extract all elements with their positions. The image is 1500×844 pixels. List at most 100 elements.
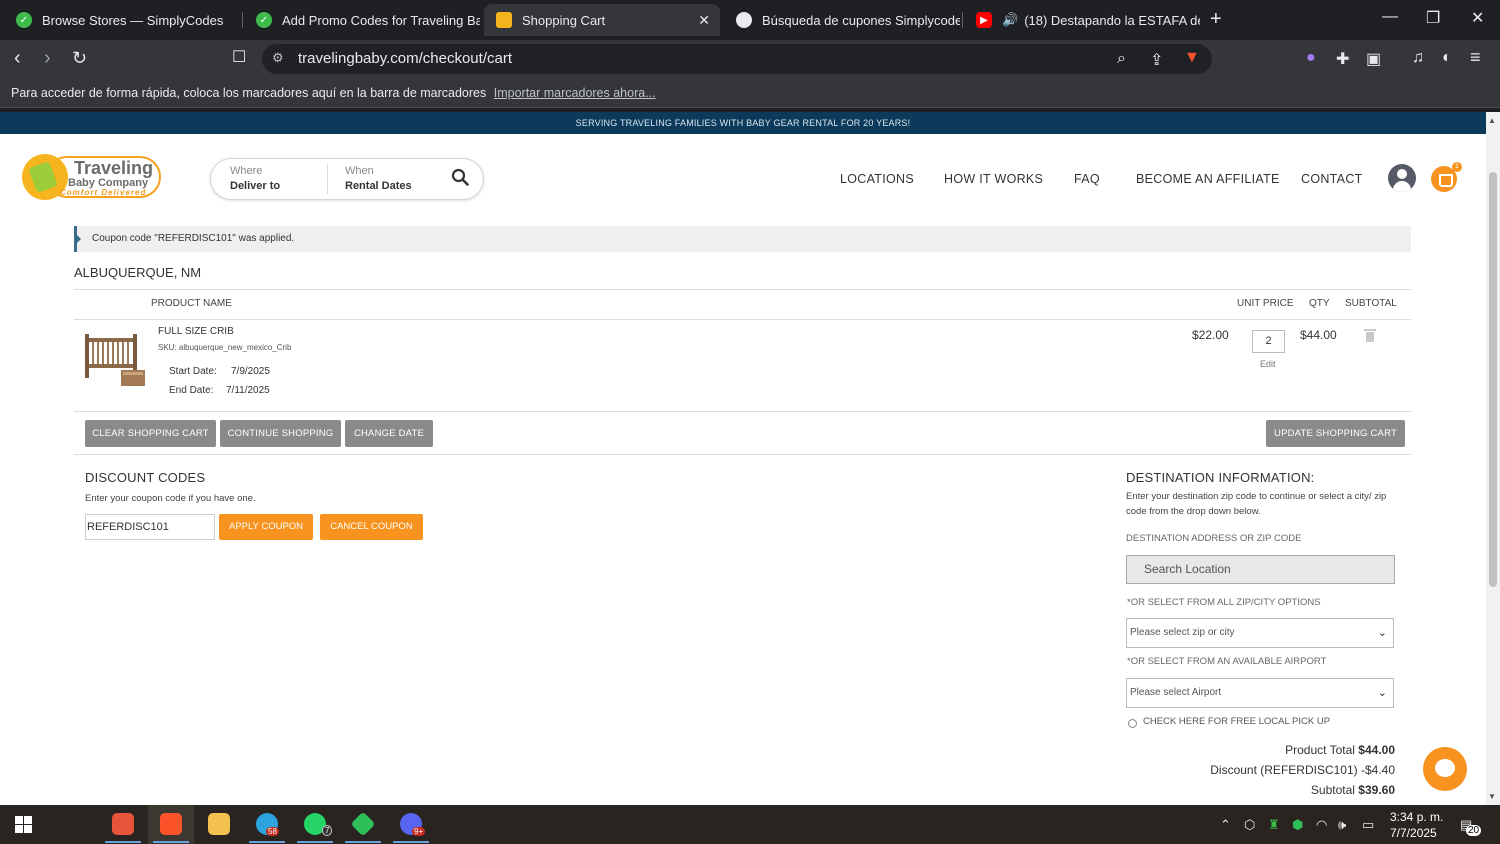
tab-busqueda-cupones[interactable]: Búsqueda de cupones Simplycodes [724,4,960,36]
hexagon-tray-icon[interactable]: ⬢ [1292,817,1303,833]
apply-coupon-button[interactable]: APPLY COUPON [219,514,313,540]
brave-shields-icon[interactable]: ▼ [1184,49,1200,67]
logo-tagline: Comfort Delivered [60,188,147,197]
nav-locations[interactable]: LOCATIONS [840,172,914,186]
forward-icon[interactable]: › [44,48,51,68]
start-button[interactable] [0,805,46,844]
update-cart-button[interactable]: UPDATE SHOPPING CART [1266,420,1405,447]
trash-icon[interactable] [1364,329,1376,343]
import-bookmarks-link[interactable]: Importar marcadores ahora... [494,86,656,100]
new-tab-button[interactable]: + [1210,8,1222,31]
chevron-up-icon[interactable]: ⌃ [1220,817,1231,833]
cart-city-heading: ALBUQUERQUE, NM [74,265,202,280]
nav-contact[interactable]: CONTACT [1301,172,1363,186]
close-tab-icon[interactable]: ✕ [698,12,710,29]
cancel-coupon-button[interactable]: CANCEL COUPON [320,514,423,540]
zip-city-select[interactable]: Please select zip or city ⌄ [1126,618,1394,648]
taskbar-brave-beta[interactable] [100,805,146,844]
url-text: travelingbaby.com/checkout/cart [298,50,512,67]
reload-icon[interactable]: ↻ [72,48,87,68]
crib-product-image[interactable] [83,328,147,388]
wallet-icon[interactable]: ▣ [1366,49,1381,69]
product-total-value: $44.00 [1358,743,1395,757]
battery-icon[interactable]: ▭ [1362,817,1374,833]
close-window-icon[interactable]: ✕ [1471,8,1484,28]
product-sku: SKU: albuquerque_new_mexico_Crib [158,343,292,352]
site-logo[interactable]: Traveling Baby Company Comfort Delivered [22,152,162,200]
minimize-icon[interactable]: — [1382,8,1398,26]
clear-cart-button[interactable]: CLEAR SHOPPING CART [85,420,216,447]
search-location-input[interactable]: Search Location [1126,555,1395,584]
tab-separator [962,12,963,28]
menu-icon[interactable]: ≡ [1470,47,1481,68]
bookmark-icon[interactable]: ☐ [232,48,246,68]
nav-become-affiliate[interactable]: BECOME AN AFFILIATE [1136,172,1280,186]
page-scrollbar[interactable]: ▲ ▼ [1486,112,1500,805]
search-icon[interactable] [451,168,469,186]
when-field[interactable]: When Rental Dates [345,165,412,192]
extensions-icon[interactable]: ✚ [1336,49,1349,69]
taskbar-file-explorer[interactable] [196,805,242,844]
scroll-down-icon[interactable]: ▼ [1488,792,1496,801]
coupon-applied-notice: Coupon code "REFERDISC101" was applied. [74,226,1411,252]
tab-add-promo-codes[interactable]: ✓ Add Promo Codes for Traveling Baby [244,4,480,36]
media-icon[interactable]: ♫ [1412,49,1424,67]
taskbar-brave[interactable] [148,805,194,844]
discount-label: Discount (REFERDISC101) [1210,763,1358,777]
security-tray-icon[interactable]: ⬡ [1244,817,1255,833]
volume-icon[interactable]: 🕪 [1338,817,1346,833]
search-divider [327,164,328,194]
share-icon[interactable]: ⇪ [1150,50,1163,70]
leo-ai-icon[interactable]: ● [1306,49,1316,67]
divider [74,454,1411,455]
where-field[interactable]: Where Deliver to [230,165,280,192]
app-tray-icon[interactable]: ♜ [1268,817,1280,833]
vpn-icon[interactable]: ◐ [1442,49,1452,67]
start-date-label: Start Date: [169,366,217,377]
when-value: Rental Dates [345,180,412,192]
taskbar-telegram[interactable] [244,805,290,844]
tab-shopping-cart[interactable]: Shopping Cart ✕ [484,4,720,36]
back-icon[interactable]: ‹ [14,48,21,68]
running-indicator [393,841,429,843]
discount-codes-heading: DISCOUNT CODES [85,470,206,485]
user-account-icon[interactable] [1388,164,1416,192]
airport-select[interactable]: Please select Airport ⌄ [1126,678,1394,708]
col-unit-price: UNIT PRICE [1237,298,1294,309]
product-total-label: Product Total [1285,743,1355,757]
nav-how-it-works[interactable]: HOW IT WORKS [944,172,1043,186]
chat-button[interactable] [1423,747,1467,791]
change-date-button[interactable]: CHANGE DATE [345,420,433,447]
system-clock[interactable]: 3:34 p. m. 7/7/2025 [1390,809,1443,841]
item-subtotal: $44.00 [1300,328,1337,342]
tab-youtube-video[interactable]: ▶ 🔊 (18) Destapando la ESTAFA detrás [964,4,1200,36]
notice-text: Coupon code "REFERDISC101" was applied. [92,233,295,244]
wifi-icon[interactable]: ◠ [1316,817,1327,833]
discount-row: Discount (REFERDISC101) -$4.40 [1150,763,1395,777]
site-info-icon[interactable]: ⚙ [272,50,284,66]
nav-faq[interactable]: FAQ [1074,172,1100,186]
edit-item-link[interactable]: Edit [1260,359,1276,369]
unit-price: $22.00 [1192,328,1229,342]
taskbar-app-green[interactable] [340,805,386,844]
tab-browse-stores[interactable]: ✓ Browse Stores — SimplyCodes [4,4,240,36]
browser-tab-bar: ✓ Browse Stores — SimplyCodes ✓ Add Prom… [0,0,1500,40]
speaker-icon[interactable]: 🔊 [1002,12,1018,28]
quantity-input[interactable]: 2 [1252,330,1285,353]
continue-shopping-button[interactable]: CONTINUE SHOPPING [220,420,341,447]
taskbar-whatsapp[interactable] [292,805,338,844]
product-name[interactable]: FULL SIZE CRIB [158,326,234,337]
address-bar[interactable]: ⚙ travelingbaby.com/checkout/cart ⌕ ⇪ ▼ [262,44,1212,74]
rental-search-box[interactable]: Where Deliver to When Rental Dates [210,158,484,200]
tab-title: (18) Destapando la ESTAFA detrás [1024,12,1200,28]
scrollbar-thumb[interactable] [1489,172,1497,587]
local-pickup-radio[interactable] [1128,719,1137,728]
start-date-value: 7/9/2025 [231,366,270,377]
logo-line1: Traveling [74,158,154,178]
restore-icon[interactable]: ❐ [1426,8,1440,28]
taskbar-discord[interactable] [388,805,434,844]
scroll-up-icon[interactable]: ▲ [1488,116,1496,125]
zoom-icon[interactable]: ⌕ [1117,50,1126,68]
discount-hint: Enter your coupon code if you have one. [85,493,256,504]
coupon-code-input[interactable]: REFERDISC101 [85,514,215,540]
